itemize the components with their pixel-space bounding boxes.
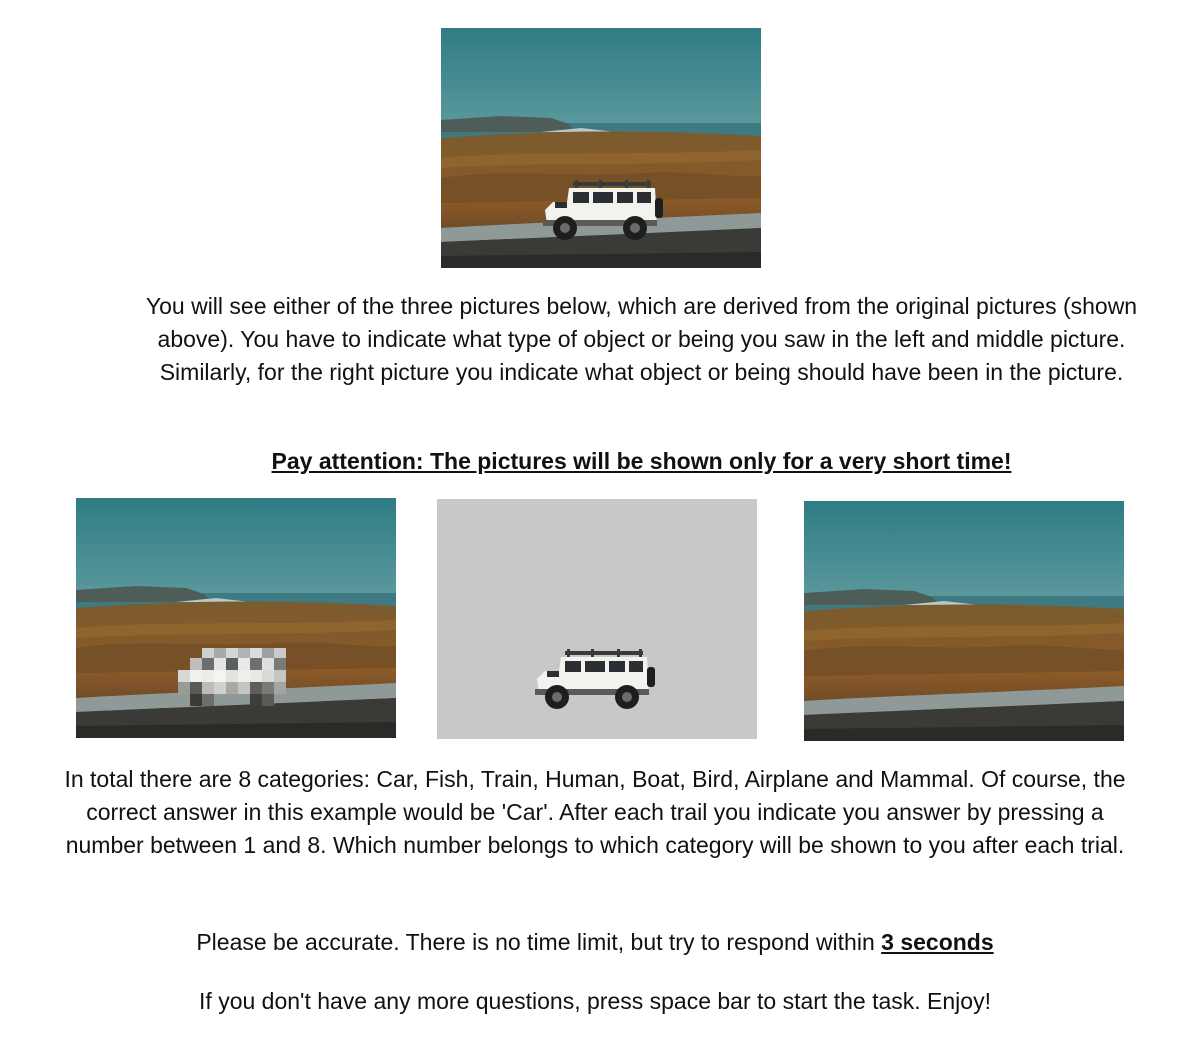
accuracy-line: Please be accurate. There is no time lim… <box>40 926 1150 959</box>
middle-picture-segmented <box>437 499 757 739</box>
closing-line: If you don't have any more questions, pr… <box>40 985 1150 1018</box>
time-limit-emphasis: 3 seconds <box>881 929 994 955</box>
warning-text: Pay attention: The pictures will be show… <box>271 448 1012 474</box>
original-picture <box>441 28 761 268</box>
categories-text: In total there are 8 categories: Car, Fi… <box>64 766 1126 858</box>
warning-heading: Pay attention: The pictures will be show… <box>140 445 1143 478</box>
accuracy-paragraph: Please be accurate. There is no time lim… <box>40 926 1150 959</box>
intro-text: You will see either of the three picture… <box>145 293 1138 385</box>
categories-paragraph: In total there are 8 categories: Car, Fi… <box>40 763 1150 862</box>
right-picture-background <box>804 501 1124 741</box>
left-picture-pixelated <box>76 498 396 738</box>
closing-text: If you don't have any more questions, pr… <box>199 988 991 1014</box>
intro-paragraph: You will see either of the three picture… <box>140 290 1143 389</box>
accuracy-prefix: Please be accurate. There is no time lim… <box>196 929 882 955</box>
